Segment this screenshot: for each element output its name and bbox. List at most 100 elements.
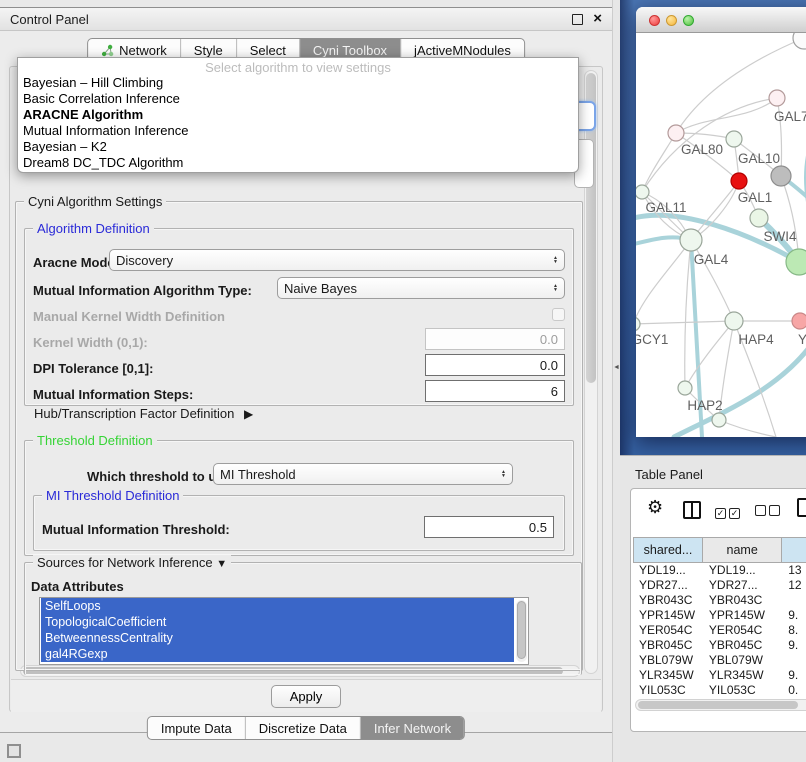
cell[interactable] <box>782 653 806 668</box>
cell[interactable]: YDL19... <box>703 563 782 578</box>
cell[interactable]: YBL079W <box>703 653 782 668</box>
node[interactable] <box>793 33 806 49</box>
cell[interactable]: YLR345W <box>633 668 703 683</box>
close-panel-icon[interactable]: × <box>593 14 602 24</box>
node-green[interactable] <box>786 249 806 275</box>
table-row[interactable]: YPR145WYPR145W9. <box>633 608 806 623</box>
node-salmon[interactable] <box>792 313 806 329</box>
apply-button[interactable]: Apply <box>271 685 342 708</box>
close-window-icon[interactable] <box>649 15 660 26</box>
node-gray[interactable] <box>771 166 791 186</box>
attributes-list-scrollbar[interactable] <box>516 600 527 662</box>
minimize-window-icon[interactable] <box>666 15 677 26</box>
cell[interactable]: YPR145W <box>703 608 782 623</box>
which-threshold-select[interactable]: MI Threshold ▲ ▼ <box>213 463 513 485</box>
list-item[interactable]: SelfLoops <box>41 598 514 614</box>
node-gcy1[interactable] <box>636 317 640 331</box>
popup-item[interactable]: Dream8 DC_TDC Algorithm <box>18 155 578 171</box>
popup-item[interactable]: Bayesian – K2 <box>18 139 578 155</box>
tab-infer-network[interactable]: Infer Network <box>361 717 464 739</box>
cell[interactable]: YBR045C <box>703 638 782 653</box>
node-gal4[interactable] <box>680 229 702 251</box>
popup-item[interactable]: Bayesian – Hill Climbing <box>18 75 578 91</box>
column-header-name[interactable]: name <box>703 537 782 563</box>
manual-kernel-width-checkbox[interactable] <box>552 308 565 321</box>
node-hap4[interactable] <box>725 312 743 330</box>
sources-title-row[interactable]: Sources for Network Inference ▼ <box>33 555 231 570</box>
cell[interactable]: 8. <box>782 623 806 638</box>
new-table-icon[interactable] <box>797 498 806 517</box>
cell[interactable]: 9. <box>782 608 806 623</box>
network-view-window[interactable]: GAL7 GAL80 GAL10 GAL1 GAL11 SWI4 GAL4 GC… <box>636 7 806 437</box>
cell[interactable]: YLR345W <box>703 668 782 683</box>
panel-splitter[interactable]: ◄ <box>612 0 620 762</box>
node-gal11[interactable] <box>636 185 649 199</box>
kernel-width-field[interactable]: 0.0 <box>425 328 565 350</box>
mi-threshold-field[interactable]: 0.5 <box>424 516 554 538</box>
node-hap2[interactable] <box>678 381 692 395</box>
cell[interactable]: YDR27... <box>633 578 703 593</box>
hide-columns-icon[interactable] <box>755 503 783 521</box>
node-gal80[interactable] <box>668 125 684 141</box>
table-row[interactable]: YIL053CYIL053C0. <box>633 683 806 695</box>
hub-transcription-factor-expander[interactable]: Hub/Transcription Factor Definition ▶ <box>34 406 253 421</box>
cell[interactable]: YPR145W <box>633 608 703 623</box>
zoom-window-icon[interactable] <box>683 15 694 26</box>
columns-icon[interactable] <box>683 501 701 519</box>
cell[interactable]: 13 <box>782 563 806 578</box>
aracne-mode-select[interactable]: Discovery ▲ ▼ <box>109 249 565 271</box>
popup-item[interactable]: Mutual Information Inference <box>18 123 578 139</box>
node-gal10[interactable] <box>726 131 742 147</box>
cell[interactable]: YDL19... <box>633 563 703 578</box>
list-item[interactable]: gal4RGexp <box>41 646 514 662</box>
show-columns-icon[interactable]: ✓✓ <box>715 503 743 521</box>
cell[interactable]: YBR045C <box>633 638 703 653</box>
column-header-partial[interactable] <box>782 537 806 563</box>
table-row[interactable]: YDL19...YDL19...13 <box>633 563 806 578</box>
network-canvas[interactable]: GAL7 GAL80 GAL10 GAL1 GAL11 SWI4 GAL4 GC… <box>636 33 806 437</box>
node-gal1[interactable] <box>731 173 747 189</box>
table-row[interactable]: YER054CYER054C8. <box>633 623 806 638</box>
cell[interactable]: YIL053C <box>633 683 703 695</box>
node-swi4[interactable] <box>750 209 768 227</box>
mi-algorithm-type-select[interactable]: Naive Bayes ▲ ▼ <box>277 277 565 299</box>
cell[interactable]: YBR043C <box>703 593 782 608</box>
column-header-shared-name[interactable]: shared... <box>633 537 703 563</box>
node-gal7[interactable] <box>769 90 785 106</box>
gear-icon[interactable]: ⚙ <box>647 498 663 516</box>
table-row[interactable]: YLR345WYLR345W9. <box>633 668 806 683</box>
cell[interactable]: YER054C <box>703 623 782 638</box>
table-row[interactable]: YBR043CYBR043C <box>633 593 806 608</box>
splitter-collapse-icon[interactable]: ◄ <box>613 364 620 371</box>
float-panel-icon[interactable] <box>572 14 583 25</box>
data-attributes-list[interactable]: SelfLoops TopologicalCoefficient Between… <box>39 597 529 665</box>
cell[interactable]: YBL079W <box>633 653 703 668</box>
cell[interactable]: 0. <box>782 683 806 695</box>
cell[interactable]: 12 <box>782 578 806 593</box>
attributes-scroll-thumb[interactable] <box>517 601 526 659</box>
table-horizontal-scrollbar[interactable] <box>635 699 806 711</box>
list-item[interactable]: TopologicalCoefficient <box>41 614 514 630</box>
network-window-titlebar[interactable] <box>636 7 806 33</box>
popup-item[interactable]: Basic Correlation Inference <box>18 91 578 107</box>
table-row[interactable]: YBR045CYBR045C9. <box>633 638 806 653</box>
cell[interactable]: YBR043C <box>633 593 703 608</box>
resize-grip-icon[interactable] <box>7 744 21 758</box>
cell[interactable]: YDR27... <box>703 578 782 593</box>
table-scroll-thumb[interactable] <box>638 701 798 709</box>
cell[interactable]: YER054C <box>633 623 703 638</box>
list-item[interactable]: BetweennessCentrality <box>41 630 514 646</box>
apply-bar: Apply <box>11 679 601 712</box>
mi-steps-field[interactable]: 6 <box>425 380 565 402</box>
dpi-tolerance-field[interactable]: 0.0 <box>425 354 565 376</box>
cell[interactable] <box>782 593 806 608</box>
table-row[interactable]: YBL079WYBL079W <box>633 653 806 668</box>
tab-discretize-data[interactable]: Discretize Data <box>246 717 361 739</box>
cell[interactable]: 9. <box>782 668 806 683</box>
cell[interactable]: YIL053C <box>703 683 782 695</box>
popup-item-selected[interactable]: ARACNE Algorithm <box>18 107 578 123</box>
table-row[interactable]: YDR27...YDR27...12 <box>633 578 806 593</box>
node[interactable] <box>712 413 726 427</box>
tab-impute-data[interactable]: Impute Data <box>148 717 246 739</box>
cell[interactable]: 9. <box>782 638 806 653</box>
